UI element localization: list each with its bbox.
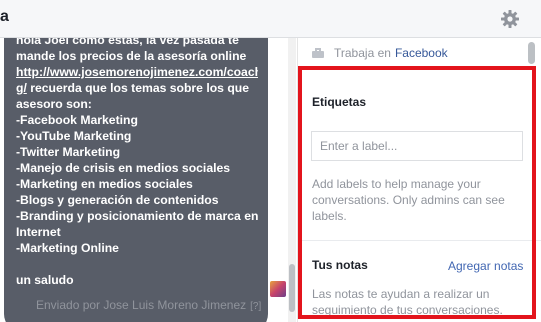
message-line: -Facebook Marketing: [16, 113, 138, 127]
details-panel: Trabaja en Facebook Etiquetas Add labels…: [297, 38, 541, 322]
coaching-link[interactable]: http://www.josemorenojimenez.com/coachin: [16, 65, 258, 79]
notes-title: Tus notas: [312, 258, 368, 272]
thread-scrollbar[interactable]: [288, 38, 296, 322]
message-line: -Twitter Marketing: [16, 145, 121, 159]
message-line: -Marketing Online: [16, 241, 119, 255]
message-line: -Manejo de crisis en medios sociales: [16, 161, 231, 175]
notes-help-text: Las notas te ayudan a realizar un seguim…: [312, 287, 503, 317]
label-input[interactable]: [311, 131, 523, 161]
add-notes-button[interactable]: Agregar notas: [448, 259, 523, 273]
labels-help-text: Add labels to help manage your conversat…: [312, 177, 505, 223]
avatar[interactable]: [270, 281, 286, 297]
company-link[interactable]: Facebook: [395, 46, 448, 60]
work-prefix: Trabaja en: [334, 46, 391, 60]
conversation-title: a: [0, 8, 9, 25]
message-line-rest: recuerda que los temas sobre los que: [26, 81, 250, 95]
message-link-line: http://www.josemorenojimenez.com/coachin: [16, 64, 258, 80]
labels-title: Etiquetas: [312, 95, 367, 109]
work-info: Trabaja en Facebook: [312, 45, 448, 61]
message-line: -YouTube Marketing: [16, 129, 132, 143]
briefcase-icon: [312, 48, 324, 58]
message-line: -Branding y posicionamiento de marca en: [16, 209, 258, 223]
message-line: un saludo: [16, 273, 74, 287]
coaching-link-continued[interactable]: g/: [16, 81, 27, 95]
message-thread[interactable]: hola Joel como estas, la vez pasada te m…: [0, 38, 288, 322]
gear-icon[interactable]: [500, 9, 520, 29]
section-divider: [298, 240, 541, 241]
conversation-header: a: [0, 0, 541, 38]
details-scrollbar-thumb[interactable]: [528, 42, 535, 64]
inbox-window: a hola Joel como estas, la vez pasada te…: [0, 0, 541, 322]
message-line: Internet: [16, 225, 61, 239]
message-line: hola Joel como estas, la vez pasada te: [16, 38, 239, 47]
message-bubble: hola Joel como estas, la vez pasada te m…: [4, 38, 268, 322]
message-line: -Marketing en medios sociales: [16, 177, 193, 191]
help-link[interactable]: [?]: [250, 301, 261, 312]
message-line: g/ recuerda que los temas sobre los que: [16, 80, 258, 96]
details-scrollbar[interactable]: [527, 38, 537, 322]
message-line: asesoro son:: [16, 97, 92, 111]
thread-scrollbar-thumb[interactable]: [289, 264, 295, 312]
sent-by-label: Enviado por Jose Luis Moreno Jimenez [?]: [36, 298, 261, 312]
message-line: mande los precios de la asesoría online: [16, 49, 247, 63]
sent-by-text: Enviado por Jose Luis Moreno Jimenez: [36, 298, 247, 312]
message-line: -Blogs y generación de contenidos: [16, 193, 219, 207]
